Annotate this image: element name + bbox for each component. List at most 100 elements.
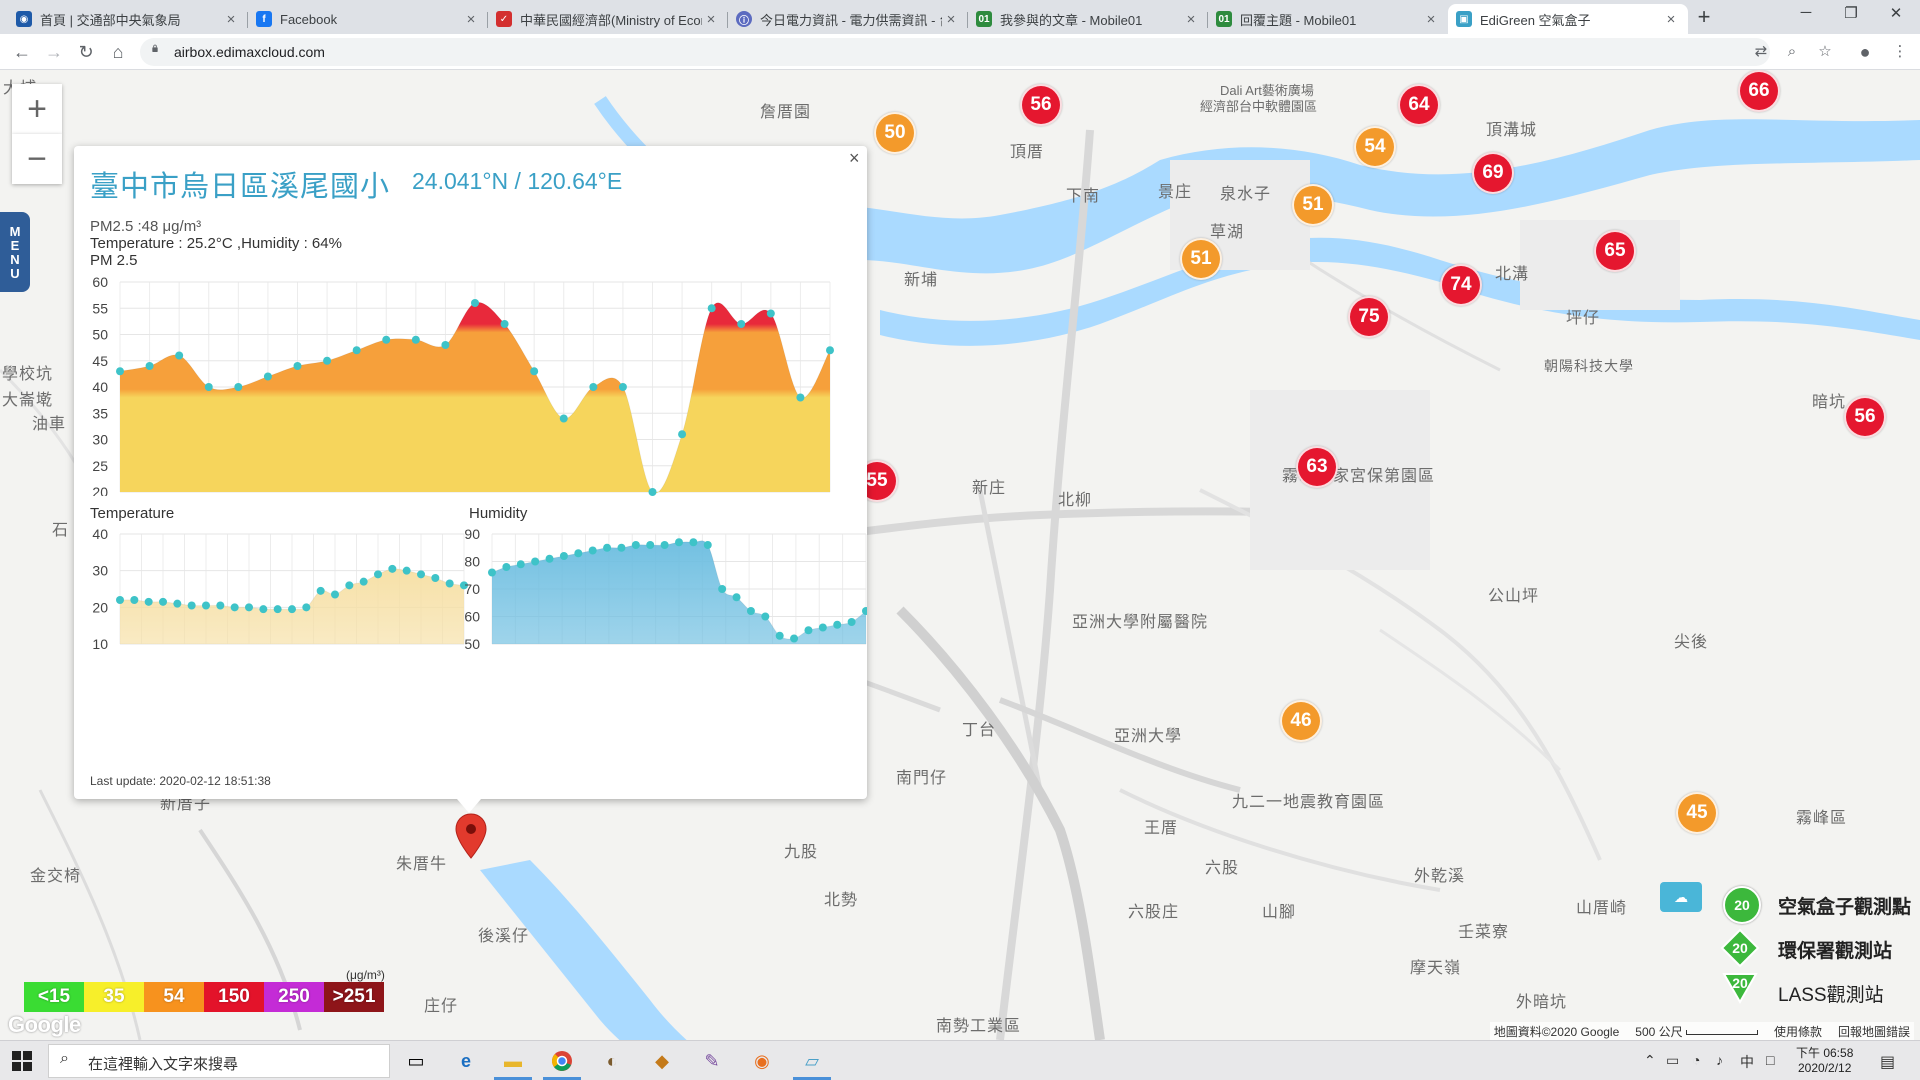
windows-start-icon[interactable] — [12, 1051, 32, 1071]
data-point — [559, 552, 568, 560]
tab-facebook[interactable]: f Facebook × — [248, 4, 488, 34]
volume-icon[interactable]: ♪ — [1716, 1052, 1723, 1068]
restore-button[interactable]: ❐ — [1831, 4, 1871, 22]
data-point — [545, 554, 554, 563]
close-tab-icon[interactable]: × — [1182, 11, 1200, 28]
close-tab-icon[interactable]: × — [1662, 11, 1680, 28]
station-marker[interactable]: 45 — [1676, 792, 1718, 834]
tab-title: 回覆主題 - Mobile01 — [1240, 12, 1357, 28]
forward-icon[interactable]: → — [42, 40, 66, 64]
chrome-icon[interactable] — [543, 1047, 581, 1080]
station-marker[interactable]: 64 — [1398, 84, 1440, 126]
data-point — [382, 335, 391, 344]
url-text[interactable]: airbox.edimaxcloud.com — [174, 44, 325, 60]
notification-icon[interactable]: ▤ — [1880, 1052, 1895, 1072]
reload-icon[interactable]: ↻ — [74, 40, 98, 64]
data-point — [603, 543, 612, 552]
data-point — [618, 383, 627, 391]
station-marker[interactable]: 54 — [1354, 126, 1396, 168]
tab-cwb[interactable]: ◉ 首頁 | 交通部中央氣象局 × — [8, 4, 248, 34]
minimize-button[interactable]: ─ — [1786, 4, 1826, 21]
place-label: 尖後 — [1674, 634, 1709, 651]
address-bar[interactable] — [140, 38, 1770, 66]
legend-item: 35 — [84, 982, 144, 1012]
station-marker[interactable]: 63 — [1296, 446, 1338, 488]
close-tab-icon[interactable]: × — [942, 11, 960, 28]
station-marker[interactable]: 51 — [1180, 238, 1222, 280]
tray-chevron-icon[interactable]: ⌃ — [1644, 1052, 1656, 1069]
data-point — [574, 549, 583, 558]
data-point — [273, 605, 282, 614]
data-point — [732, 593, 741, 602]
menu-button[interactable]: MENU — [0, 212, 30, 292]
translate-icon[interactable]: ⇄ — [1751, 42, 1771, 62]
zoom-in-button[interactable]: + — [12, 84, 62, 134]
place-label: 六股 — [1205, 860, 1240, 877]
place-label: 新庄 — [972, 480, 1007, 497]
station-marker[interactable]: 56 — [1844, 396, 1886, 438]
app-icon[interactable]: ▱ — [793, 1047, 831, 1080]
data-point — [617, 543, 626, 552]
network-icon[interactable]: ◔ — [1692, 1052, 1700, 1068]
blender-icon[interactable]: ◉ — [747, 1047, 777, 1075]
data-point — [116, 596, 124, 604]
close-tab-icon[interactable]: × — [462, 11, 480, 28]
station-marker[interactable]: 50 — [874, 112, 916, 154]
station-marker[interactable]: 66 — [1738, 70, 1780, 112]
file-explorer-icon[interactable]: ▬ — [494, 1047, 532, 1080]
map-canvas[interactable]: 詹厝園 頂厝 下南 景庄 泉水子 草湖 頂溝城 北溝 坪仔 新埔 新庄 北柳 霧… — [0, 70, 1920, 1040]
battery-icon[interactable]: ▭ — [1666, 1052, 1679, 1069]
tab-edigreen[interactable]: ▣ EdiGreen 空氣盒子 × — [1448, 4, 1688, 34]
tab-mobile01-reply[interactable]: 01 回覆主題 - Mobile01 × — [1208, 4, 1448, 34]
tab-moea[interactable]: ✓ 中華民國經濟部(Ministry of Econ × — [488, 4, 728, 34]
data-point — [746, 607, 755, 615]
close-window-button[interactable]: ✕ — [1876, 4, 1916, 22]
report-error-link[interactable]: 回報地圖錯誤 — [1838, 1023, 1910, 1040]
app-icon[interactable]: ◐ — [597, 1047, 627, 1075]
new-tab-button[interactable]: + — [1692, 6, 1716, 28]
mobile01-icon: 01 — [976, 11, 992, 27]
station-marker[interactable]: 56 — [1020, 84, 1062, 126]
back-icon[interactable]: ← — [10, 40, 34, 64]
tab-mobile01-articles[interactable]: 01 我參與的文章 - Mobile01 × — [968, 4, 1208, 34]
terms-link[interactable]: 使用條款 — [1774, 1023, 1822, 1040]
more-menu-icon[interactable]: ⋮ — [1890, 42, 1910, 62]
station-info-popup: × 臺中市烏日區溪尾國小 24.041°N / 120.64°E PM2.5 :… — [74, 146, 867, 799]
zoom-out-button[interactable]: − — [12, 134, 62, 184]
place-label: 景庄 — [1158, 184, 1193, 201]
map-pin-icon[interactable] — [454, 812, 488, 860]
place-label: 六股庄 — [1128, 904, 1180, 921]
station-marker[interactable]: 75 — [1348, 296, 1390, 338]
profile-icon[interactable]: ● — [1855, 42, 1875, 62]
ime-indicator[interactable]: 中 — [1740, 1052, 1754, 1072]
zoom-icon[interactable]: ⌕ — [1782, 42, 1802, 62]
station-marker[interactable]: 74 — [1440, 264, 1482, 306]
area-fill — [120, 302, 830, 494]
edge-icon[interactable]: e — [451, 1047, 481, 1075]
home-icon[interactable]: ⌂ — [106, 40, 130, 64]
close-tab-icon[interactable]: × — [1422, 11, 1440, 28]
app-icon[interactable]: ✎ — [697, 1047, 727, 1075]
place-label: 暗坑 — [1812, 394, 1847, 411]
system-clock[interactable]: 下午 06:58 2020/2/12 — [1796, 1046, 1853, 1076]
search-icon: ⌕ — [60, 1050, 69, 1067]
facebook-icon: f — [256, 11, 272, 27]
last-update-text: Last update: 2020-02-12 18:51:38 — [90, 774, 271, 788]
tab-taipower[interactable]: ⓘ 今日電力資訊 - 電力供需資訊 - 台 × — [728, 4, 968, 34]
close-popup-button[interactable]: × — [849, 148, 860, 169]
task-view-icon[interactable]: ▭ — [401, 1047, 431, 1075]
data-point — [263, 372, 272, 381]
bookmark-star-icon[interactable]: ☆ — [1815, 42, 1835, 62]
station-marker[interactable]: 69 — [1472, 152, 1514, 194]
tab-title: 今日電力資訊 - 電力供需資訊 - 台 — [760, 12, 942, 28]
taskbar-search-placeholder[interactable]: 在這裡輸入文字來搜尋 — [88, 1053, 238, 1074]
place-label: 北溝 — [1495, 266, 1530, 283]
app-icon[interactable]: ◆ — [647, 1047, 677, 1075]
station-marker[interactable]: 65 — [1594, 230, 1636, 272]
input-mode-icon[interactable]: □ — [1766, 1052, 1774, 1068]
close-tab-icon[interactable]: × — [222, 11, 240, 28]
close-tab-icon[interactable]: × — [702, 11, 720, 28]
station-marker[interactable]: 46 — [1280, 700, 1322, 742]
data-point — [187, 601, 196, 610]
station-marker[interactable]: 51 — [1292, 184, 1334, 226]
